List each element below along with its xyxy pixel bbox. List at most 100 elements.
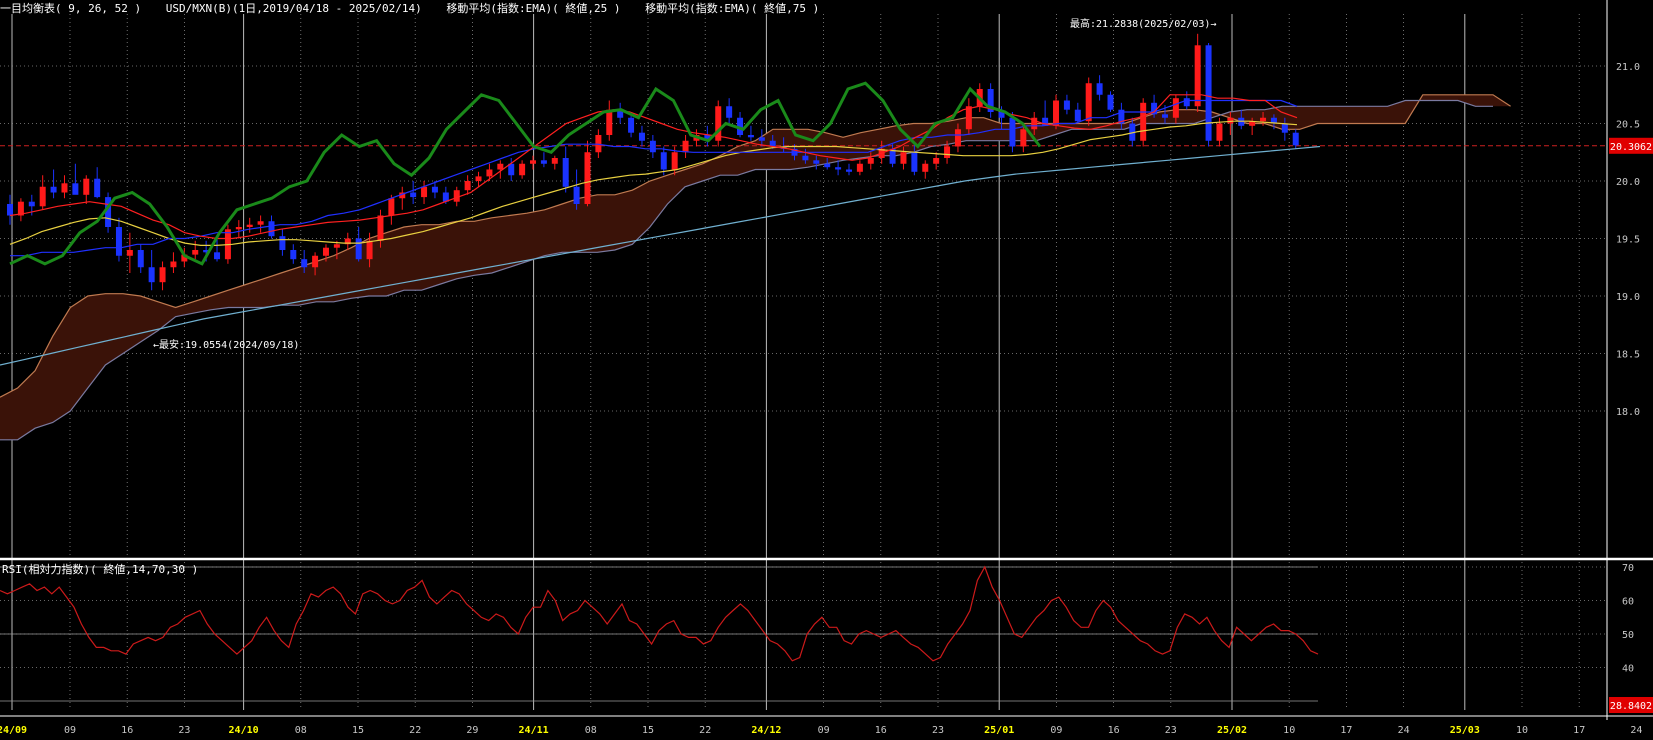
x-tick-label: 15 <box>352 725 364 736</box>
x-tick-label: 25/03 <box>1450 725 1480 736</box>
candle-body <box>1161 114 1168 118</box>
x-tick-label: 17 <box>1573 725 1585 736</box>
candle-body <box>1074 109 1081 122</box>
candle-body <box>1183 98 1190 107</box>
x-tick-label: 24/12 <box>751 725 781 736</box>
candle-body <box>813 160 820 164</box>
x-tick-label: 16 <box>875 725 887 736</box>
candle-body <box>573 186 580 204</box>
candle-body <box>562 158 569 187</box>
x-tick-label: 23 <box>932 725 944 736</box>
x-tick-label: 08 <box>585 725 597 736</box>
rsi-tick-label: 50 <box>1622 630 1634 641</box>
candle-body <box>366 240 373 260</box>
rsi-tick-label: 40 <box>1622 664 1634 675</box>
candle-body <box>1009 117 1016 147</box>
x-tick-label: 22 <box>699 725 711 736</box>
candle-body <box>1020 129 1027 147</box>
symbol-legend: USD/MXN(B)(1日,2019/04/18 - 2025/02/14) <box>165 2 422 15</box>
candle-body <box>551 158 558 164</box>
rsi-legend: RSI(相対力指数)( 終値,14,70,30 ) <box>2 563 199 576</box>
candle-body <box>1194 45 1201 107</box>
candle-body <box>61 183 68 193</box>
candle-body <box>50 186 57 193</box>
candle-body <box>28 201 35 207</box>
ichimoku-legend: 一目均衡表( 9, 26, 52 ) <box>0 2 142 15</box>
candle-body <box>802 155 809 161</box>
candle-body <box>1260 117 1267 122</box>
candle-body <box>268 221 275 237</box>
x-tick-label: 24/10 <box>229 725 259 736</box>
x-tick-label: 24/09 <box>0 725 27 736</box>
candle-body <box>1216 123 1223 141</box>
high-annotation: 最高:21.2838(2025/02/03)→ <box>1070 17 1216 30</box>
candle-body <box>148 267 155 283</box>
candle-body <box>540 160 547 164</box>
candle-body <box>159 267 166 283</box>
x-tick-label: 29 <box>466 725 478 736</box>
candle-body <box>867 158 874 164</box>
candle-body <box>7 204 13 216</box>
candle-body <box>606 109 613 135</box>
candle-body <box>421 186 428 198</box>
candle-body <box>1172 98 1179 118</box>
candle-body <box>257 221 264 225</box>
candle-body <box>464 181 471 191</box>
x-tick-label: 17 <box>1340 725 1352 736</box>
candle-body <box>726 106 733 118</box>
x-tick-label: 24/11 <box>519 725 549 736</box>
candle-body <box>322 247 329 256</box>
candle-body <box>290 250 297 260</box>
x-tick-label: 10 <box>1283 725 1295 736</box>
candle-body <box>83 178 90 195</box>
price-tick-label: 19.0 <box>1616 292 1640 303</box>
price-chart[interactable]: 21.0 20.5 20.0 19.5 19.0 18.5 18.0 70 60 50 40 最高:2… <box>0 0 1653 740</box>
x-tick-label: 09 <box>64 725 76 736</box>
price-tick-label: 20.5 <box>1616 120 1640 131</box>
chart-header: 一目均衡表( 9, 26, 52 ) USD/MXN(B)(1日,2019/04… <box>0 0 837 16</box>
candle-body <box>530 160 537 164</box>
candle-body <box>1292 132 1299 146</box>
candle-body <box>954 129 961 147</box>
candle-body <box>660 152 667 170</box>
candle-body <box>126 250 133 256</box>
price-tick-label: 18.5 <box>1616 350 1640 361</box>
ema25-legend: 移動平均(指数:EMA)( 終値,25 ) <box>446 2 621 15</box>
x-tick-label: 16 <box>121 725 133 736</box>
candle-body <box>431 186 438 193</box>
candle-body <box>649 140 656 153</box>
candle-body <box>747 135 754 138</box>
candle-body <box>388 198 395 216</box>
x-tick-label: 08 <box>295 725 307 736</box>
candle-body <box>856 163 863 172</box>
candle-body <box>900 152 907 164</box>
candle-body <box>377 215 384 241</box>
candle-body <box>39 186 46 207</box>
candle-body <box>1085 83 1092 122</box>
candle-body <box>1281 123 1288 133</box>
low-annotation: ←最安:19.0554(2024/09/18) <box>153 338 299 351</box>
candle-body <box>170 261 177 268</box>
x-tick-label: 23 <box>178 725 190 736</box>
candle-body <box>410 192 417 198</box>
price-tick-label: 19.5 <box>1616 235 1640 246</box>
candle-body <box>519 163 526 176</box>
candle-body <box>246 224 253 227</box>
ema75-legend: 移動平均(指数:EMA)( 終値,75 ) <box>645 2 820 15</box>
x-tick-label: 09 <box>818 725 830 736</box>
rsi-tick-label: 60 <box>1622 597 1634 608</box>
price-tick-label: 21.0 <box>1616 62 1640 73</box>
candle-body <box>682 140 689 153</box>
candle-body <box>1107 94 1114 110</box>
candle-body <box>628 117 635 133</box>
candle-body <box>835 167 842 170</box>
candle-body <box>94 178 101 198</box>
price-tick-label: 18.0 <box>1616 407 1640 418</box>
x-tick-label: 16 <box>1108 725 1120 736</box>
candle-body <box>497 163 504 170</box>
candle-body <box>933 158 940 164</box>
candle-body <box>301 259 308 268</box>
candle-body <box>845 169 852 172</box>
x-tick-label: 09 <box>1050 725 1062 736</box>
candle-body <box>1140 102 1147 141</box>
